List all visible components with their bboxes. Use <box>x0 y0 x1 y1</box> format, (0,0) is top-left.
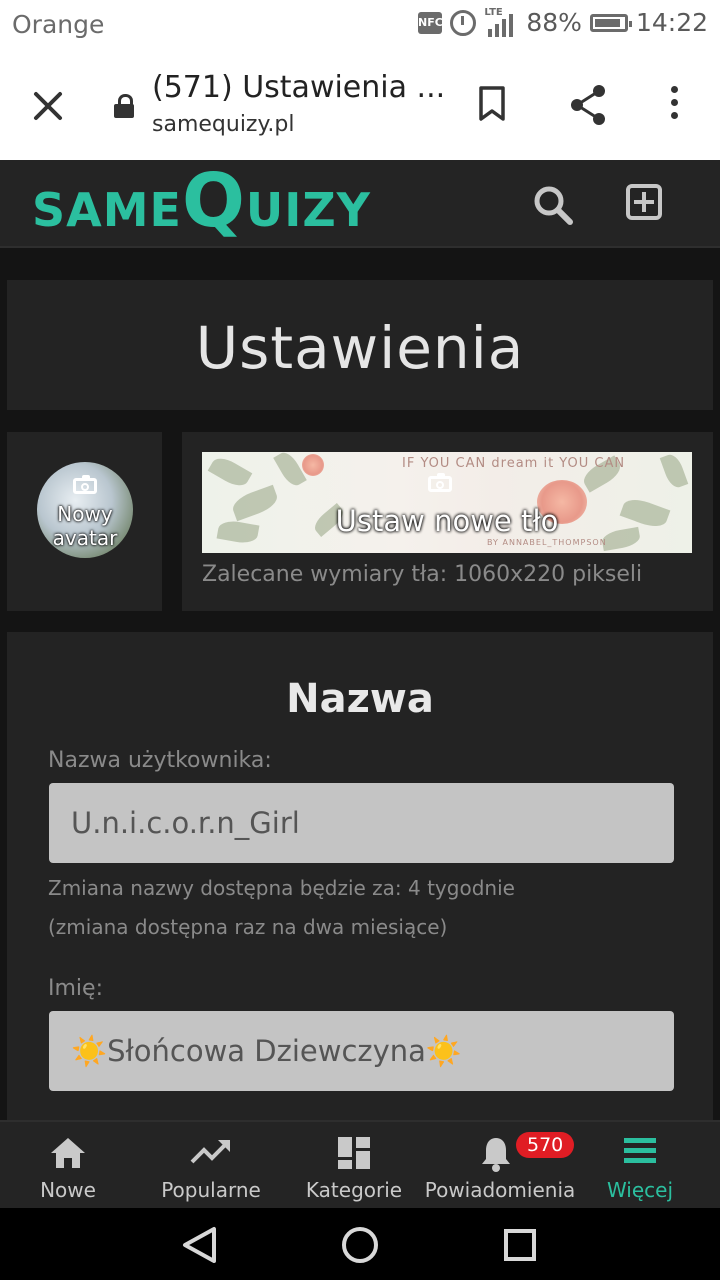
nav-item-nowe[interactable]: Nowe <box>8 1122 128 1210</box>
username-label: Nazwa użytkownika: <box>48 748 272 773</box>
trending-icon <box>190 1140 230 1164</box>
page-title: Ustawienia <box>195 314 525 382</box>
add-quiz-icon[interactable] <box>626 184 662 220</box>
categories-icon <box>338 1137 370 1169</box>
name-section: Nazwa Nazwa użytkownika: U.n.i.c.o.r.n_G… <box>7 632 713 1132</box>
home-icon <box>51 1138 85 1168</box>
menu-icon <box>624 1138 656 1163</box>
samequizy-logo[interactable]: sameQuizy <box>32 164 371 238</box>
background-panel: IF YOU CAN dream it YOU CAN BY ANNABEL_T… <box>182 432 713 611</box>
browser-toolbar: (571) Ustawienia ... samequizy.pl <box>0 52 720 160</box>
site-header: sameQuizy <box>0 160 720 248</box>
nav-item-popularne[interactable]: Popularne <box>140 1122 282 1210</box>
firstname-label: Imię: <box>48 976 103 1001</box>
camera-icon <box>428 473 452 492</box>
bottom-navigation: Nowe Popularne Kategorie 570 Powiadomien… <box>0 1120 720 1210</box>
banner-art-credit: BY ANNABEL_THOMPSON <box>487 538 607 547</box>
page-tab-title: (571) Ustawienia ... <box>152 70 446 105</box>
nav-item-wiecej[interactable]: Więcej <box>590 1122 690 1210</box>
username-change-frequency: (zmiana dostępna raz na dwa miesiące) <box>48 915 448 939</box>
camera-icon <box>73 475 97 494</box>
url-text[interactable]: samequizy.pl <box>152 112 294 137</box>
settings-title-panel: Ustawienia <box>7 280 713 410</box>
status-bar: Orange NFC LTE 88% 14:22 <box>0 0 720 52</box>
signal-icon: LTE <box>484 7 518 37</box>
notification-count-badge: 570 <box>516 1132 575 1158</box>
back-icon[interactable] <box>180 1226 220 1264</box>
firstname-input[interactable]: ☀️Słońcowa Dziewczyna☀️ <box>49 1011 674 1091</box>
username-input[interactable]: U.n.i.c.o.r.n_Girl <box>49 783 674 863</box>
lock-icon[interactable] <box>114 94 134 118</box>
system-navigation-bar <box>0 1208 720 1280</box>
nfc-icon: NFC <box>418 11 443 34</box>
background-size-hint: Zalecane wymiary tła: 1060x220 pikseli <box>202 562 643 587</box>
home-circle-icon[interactable] <box>341 1226 379 1264</box>
background-upload[interactable]: IF YOU CAN dream it YOU CAN BY ANNABEL_T… <box>202 452 692 553</box>
avatar-label: Nowy avatar <box>52 502 118 550</box>
bookmark-icon[interactable] <box>478 86 506 122</box>
section-heading: Nazwa <box>286 676 434 722</box>
username-change-note: Zmiana nazwy dostępna będzie za: 4 tygod… <box>48 876 515 900</box>
avatar-upload[interactable]: Nowy avatar <box>37 462 133 558</box>
avatar-panel: Nowy avatar <box>7 432 162 611</box>
nav-item-powiadomienia[interactable]: 570 Powiadomienia <box>424 1122 576 1210</box>
carrier-name: Orange <box>12 10 105 39</box>
alarm-icon <box>450 9 477 36</box>
bell-icon <box>482 1138 510 1172</box>
battery-percent: 88% <box>526 8 582 37</box>
search-icon[interactable] <box>532 184 574 226</box>
overflow-menu-icon[interactable] <box>662 86 686 126</box>
nav-item-kategorie[interactable]: Kategorie <box>296 1122 412 1210</box>
banner-art-text: IF YOU CAN dream it YOU CAN <box>402 456 626 471</box>
close-tab-icon[interactable] <box>32 90 64 122</box>
battery-icon <box>589 13 632 32</box>
share-icon[interactable] <box>568 84 608 126</box>
recent-apps-icon[interactable] <box>503 1228 537 1262</box>
clock: 14:22 <box>635 8 708 37</box>
background-label: Ustaw nowe tło <box>335 504 559 538</box>
